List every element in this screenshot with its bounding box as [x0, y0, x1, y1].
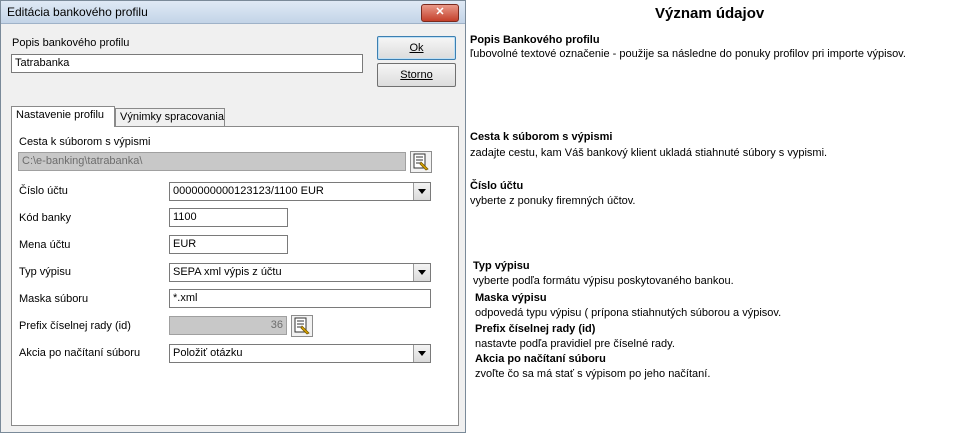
profile-desc-input[interactable]: Tatrabanka	[11, 54, 363, 73]
dialog-title: Editácia bankového profilu	[7, 5, 148, 19]
help-text-prefix: nastavte podľa pravidiel pre číselné rad…	[475, 338, 675, 350]
account-label: Číslo účtu	[19, 185, 68, 197]
prefix-label: Prefix číselnej rady (id)	[19, 320, 131, 332]
ok-button-label: Ok	[409, 42, 424, 54]
help-heading-path: Cesta k súborom s výpismi	[470, 131, 613, 143]
bank-code-label: Kód banky	[19, 212, 71, 224]
statement-type-select[interactable]: SEPA xml výpis z účtu	[169, 263, 431, 282]
browse-icon	[413, 153, 429, 171]
file-mask-label: Maska súboru	[19, 293, 89, 305]
path-input[interactable]: C:\e-banking\tatrabanka\	[18, 152, 406, 171]
help-heading-file-mask: Maska výpisu	[475, 292, 547, 304]
profile-settings-panel: Cesta k súborom s výpismi C:\e-banking\t…	[11, 126, 459, 426]
prefix-input[interactable]: 36	[169, 316, 287, 335]
chevron-down-icon[interactable]	[413, 183, 430, 200]
folder-browse-button[interactable]	[410, 151, 432, 173]
action-select-value: Položiť otázku	[173, 347, 243, 359]
close-button[interactable]: ✕	[421, 4, 459, 22]
action-select[interactable]: Položiť otázku	[169, 344, 431, 363]
ok-button[interactable]: Ok	[377, 36, 456, 60]
cancel-button[interactable]: Storno	[377, 63, 456, 87]
edit-icon	[294, 317, 310, 335]
help-heading-account: Číslo účtu	[470, 180, 524, 192]
account-select[interactable]: 0000000000123123/1100 EUR	[169, 182, 431, 201]
cancel-button-label: Storno	[400, 69, 433, 81]
action-label: Akcia po načítaní súboru	[19, 347, 141, 359]
bank-profile-dialog: Editácia bankového profilu ✕ Popis banko…	[0, 0, 466, 433]
help-text-account: vyberte z ponuky firemných účtov.	[470, 195, 636, 207]
help-text-path: zadajte cestu, kam Váš bankový klient uk…	[470, 147, 828, 159]
bank-code-input[interactable]: 1100	[169, 208, 288, 227]
help-text-file-mask: odpovedá typu výpisu ( prípona stiahnutý…	[475, 307, 782, 319]
help-heading-action: Akcia po načítaní súboru	[475, 353, 606, 365]
path-label: Cesta k súborom s výpismi	[19, 136, 151, 148]
help-text-profile-desc: ľubovolné textové označenie - použije sa…	[470, 48, 906, 60]
prefix-edit-button[interactable]	[291, 315, 313, 337]
tab-profile-settings[interactable]: Nastavenie profilu	[11, 106, 115, 127]
chevron-down-icon[interactable]	[413, 264, 430, 281]
chevron-down-icon[interactable]	[413, 345, 430, 362]
currency-input[interactable]: EUR	[169, 235, 288, 254]
help-text-action: zvoľte čo sa má stať s výpisom po jeho n…	[475, 368, 711, 380]
help-heading-prefix: Prefix číselnej rady (id)	[475, 323, 596, 335]
tab-processing-exceptions[interactable]: Výnimky spracovania	[115, 108, 225, 126]
statement-type-label: Typ výpisu	[19, 266, 71, 278]
help-heading-profile-desc: Popis Bankového profilu	[470, 34, 600, 46]
currency-label: Mena účtu	[19, 239, 71, 251]
help-text-statement-type: vyberte podľa formátu výpisu poskytované…	[473, 275, 734, 287]
help-title: Význam údajov	[655, 5, 765, 22]
title-bar: Editácia bankového profilu ✕	[1, 1, 465, 24]
file-mask-input[interactable]: *.xml	[169, 289, 431, 308]
statement-type-select-value: SEPA xml výpis z účtu	[173, 266, 282, 278]
account-select-value: 0000000000123123/1100 EUR	[173, 185, 324, 197]
profile-desc-label: Popis bankového profilu	[12, 37, 130, 49]
help-heading-statement-type: Typ výpisu	[473, 260, 530, 272]
